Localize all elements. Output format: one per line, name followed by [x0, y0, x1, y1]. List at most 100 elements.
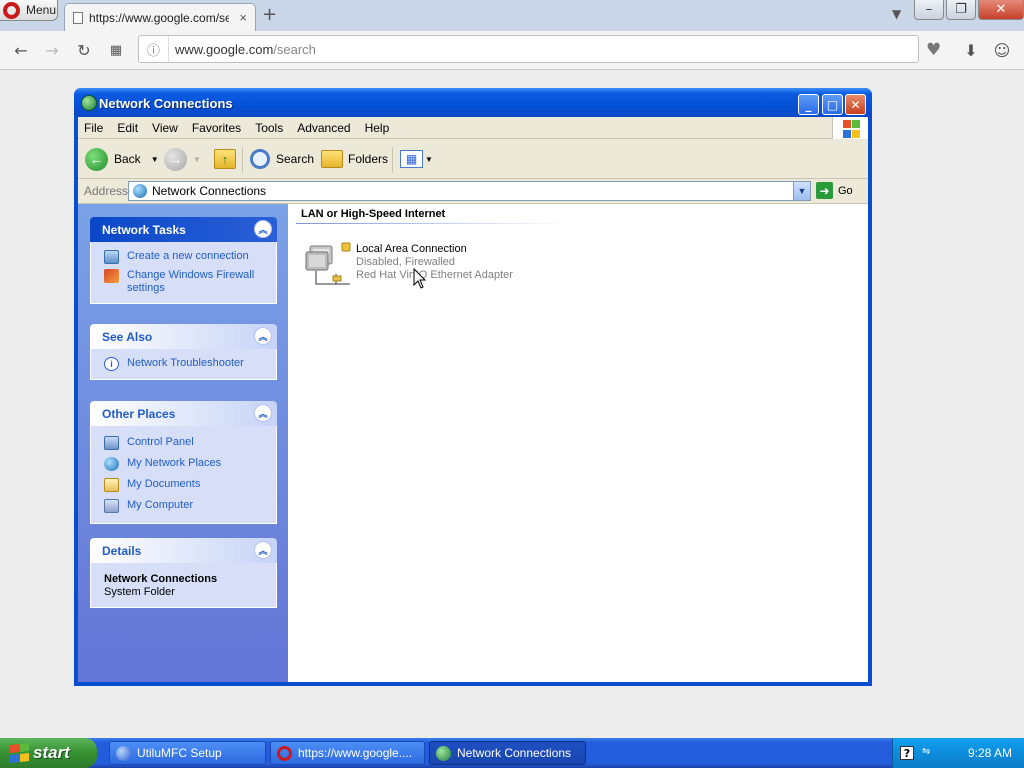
back-dropdown-icon[interactable]: ▼	[151, 155, 159, 164]
connection-status: Disabled, Firewalled	[356, 256, 456, 268]
taskbar-item-network-connections[interactable]: Network Connections	[429, 741, 586, 765]
site-info-icon[interactable]: ⓘ	[139, 36, 169, 62]
collapse-chevron-icon[interactable]: ︽	[254, 220, 272, 238]
back-arrow-icon[interactable]: ←	[11, 40, 31, 60]
up-folder-button[interactable]: ↑	[214, 147, 236, 171]
new-tab-button[interactable]: +	[262, 6, 277, 24]
menu-bar: File Edit View Favorites Tools Advanced …	[78, 117, 868, 139]
help-tray-icon[interactable]: ?	[900, 746, 914, 760]
close-button[interactable]: ✕	[978, 0, 1024, 20]
see-also-title: See Also	[102, 330, 153, 344]
network-tray-icon[interactable]: ⇋	[922, 746, 936, 760]
see-also-header[interactable]: See Also ︽	[90, 324, 277, 349]
opera-logo-icon	[3, 1, 20, 19]
taskbar-item-utilumfc[interactable]: UtiluMFC Setup	[109, 741, 266, 765]
network-tasks-panel: Network Tasks ︽ Create a new connection …	[90, 217, 277, 304]
url-bar[interactable]: ⓘ www.google.com/search	[138, 35, 919, 63]
menu-advanced[interactable]: Advanced	[297, 121, 350, 135]
change-firewall-settings-label: Change Windows Firewall settings	[127, 269, 255, 294]
search-icon	[250, 149, 270, 169]
group-header: LAN or High-Speed Internet	[301, 208, 446, 220]
download-icon[interactable]: ⬇	[961, 40, 981, 60]
create-new-connection-link[interactable]: Create a new connection	[104, 250, 266, 264]
menu-tools[interactable]: Tools	[255, 121, 283, 135]
back-label: Back	[114, 152, 141, 166]
control-panel-link[interactable]: Control Panel	[104, 436, 266, 450]
collapse-chevron-icon[interactable]: ︽	[254, 404, 272, 422]
taskbar-item-label: UtiluMFC Setup	[137, 746, 222, 760]
menu-file[interactable]: File	[84, 121, 103, 135]
browser-tab[interactable]: https://www.google.com/se ×	[64, 3, 256, 31]
opera-icon	[277, 745, 292, 761]
collapse-chevron-icon[interactable]: ︽	[254, 327, 272, 345]
url-text[interactable]: www.google.com/search	[169, 42, 316, 57]
network-connections-icon	[436, 745, 451, 761]
forward-button[interactable]: → ▼	[164, 147, 201, 171]
my-network-places-link[interactable]: My Network Places	[104, 457, 266, 471]
my-computer-link[interactable]: My Computer	[104, 499, 266, 513]
menu-edit[interactable]: Edit	[117, 121, 138, 135]
go-label: Go	[838, 184, 853, 197]
reload-icon[interactable]: ↻	[74, 40, 94, 60]
tab-menu-icon[interactable]: ▼	[892, 7, 901, 21]
toolbar-separator	[392, 147, 393, 173]
opera-menu-label: Menu	[26, 3, 57, 17]
details-title: Details	[102, 544, 142, 558]
network-tasks-title: Network Tasks	[102, 223, 186, 237]
folders-icon	[321, 150, 343, 168]
maximize-button[interactable]: ❐	[946, 0, 976, 20]
folders-button[interactable]: Folders	[321, 147, 388, 171]
go-arrow-icon: ➜	[816, 182, 833, 199]
my-documents-label: My Documents	[127, 478, 201, 490]
search-label: Search	[276, 152, 315, 166]
tab-close-icon[interactable]: ×	[239, 10, 247, 25]
views-button[interactable]: ▦ ▼	[400, 147, 433, 171]
menu-help[interactable]: Help	[365, 121, 390, 135]
my-network-places-label: My Network Places	[127, 457, 222, 469]
info-icon: i	[104, 357, 119, 371]
taskbar-item-browser[interactable]: https://www.google....	[270, 741, 425, 765]
minimize-button[interactable]: –	[914, 0, 944, 20]
page-icon	[73, 11, 83, 24]
up-folder-icon: ↑	[214, 149, 236, 169]
address-label: Address	[84, 184, 129, 198]
other-places-header[interactable]: Other Places ︽	[90, 401, 277, 426]
menu-favorites[interactable]: Favorites	[192, 121, 241, 135]
network-connections-icon	[81, 95, 97, 111]
window-titlebar[interactable]: Network Connections _ □ ✕	[74, 88, 872, 117]
window-close-button[interactable]: ✕	[845, 94, 866, 115]
start-button[interactable]: start	[0, 738, 97, 768]
network-tasks-header[interactable]: Network Tasks ︽	[90, 217, 277, 242]
account-icon[interactable]: ☺	[992, 40, 1012, 60]
views-icon: ▦	[400, 150, 423, 168]
see-also-panel: See Also ︽ i Network Troubleshooter	[90, 324, 277, 380]
bookmark-heart-icon[interactable]: ♥	[926, 40, 941, 60]
forward-arrow-icon[interactable]: →	[42, 40, 62, 60]
views-dropdown-icon[interactable]: ▼	[425, 155, 433, 164]
address-field[interactable]: Network Connections ▼	[128, 181, 811, 201]
back-button[interactable]: ← Back ▼	[85, 147, 159, 171]
menu-view[interactable]: View	[152, 121, 178, 135]
speed-dial-grid-icon[interactable]: ▦	[106, 40, 126, 60]
folders-label: Folders	[348, 152, 389, 166]
address-dropdown-icon[interactable]: ▼	[793, 182, 810, 200]
connection-text: Local Area Connection Disabled, Firewall…	[356, 243, 513, 282]
local-area-connection-item[interactable]: Local Area Connection Disabled, Firewall…	[304, 238, 564, 290]
window-minimize-button[interactable]: _	[798, 94, 819, 115]
taskbar: start UtiluMFC Setup https://www.google.…	[0, 738, 1024, 768]
go-button[interactable]: ➜ Go	[816, 182, 853, 199]
details-header[interactable]: Details ︽	[90, 538, 277, 563]
network-troubleshooter-link[interactable]: i Network Troubleshooter	[104, 357, 266, 371]
other-places-title: Other Places	[102, 407, 176, 421]
opera-menu-button[interactable]: Menu	[0, 0, 58, 21]
search-button[interactable]: Search	[250, 147, 314, 171]
window-maximize-button[interactable]: □	[822, 94, 843, 115]
change-firewall-settings-link[interactable]: Change Windows Firewall settings	[104, 269, 266, 295]
my-network-places-icon	[104, 457, 119, 471]
my-documents-link[interactable]: My Documents	[104, 478, 266, 492]
forward-dropdown-icon[interactable]: ▼	[193, 155, 201, 164]
create-new-connection-label: Create a new connection	[127, 250, 249, 262]
firewall-icon	[104, 269, 119, 283]
collapse-chevron-icon[interactable]: ︽	[254, 541, 272, 559]
control-panel-label: Control Panel	[127, 436, 194, 448]
